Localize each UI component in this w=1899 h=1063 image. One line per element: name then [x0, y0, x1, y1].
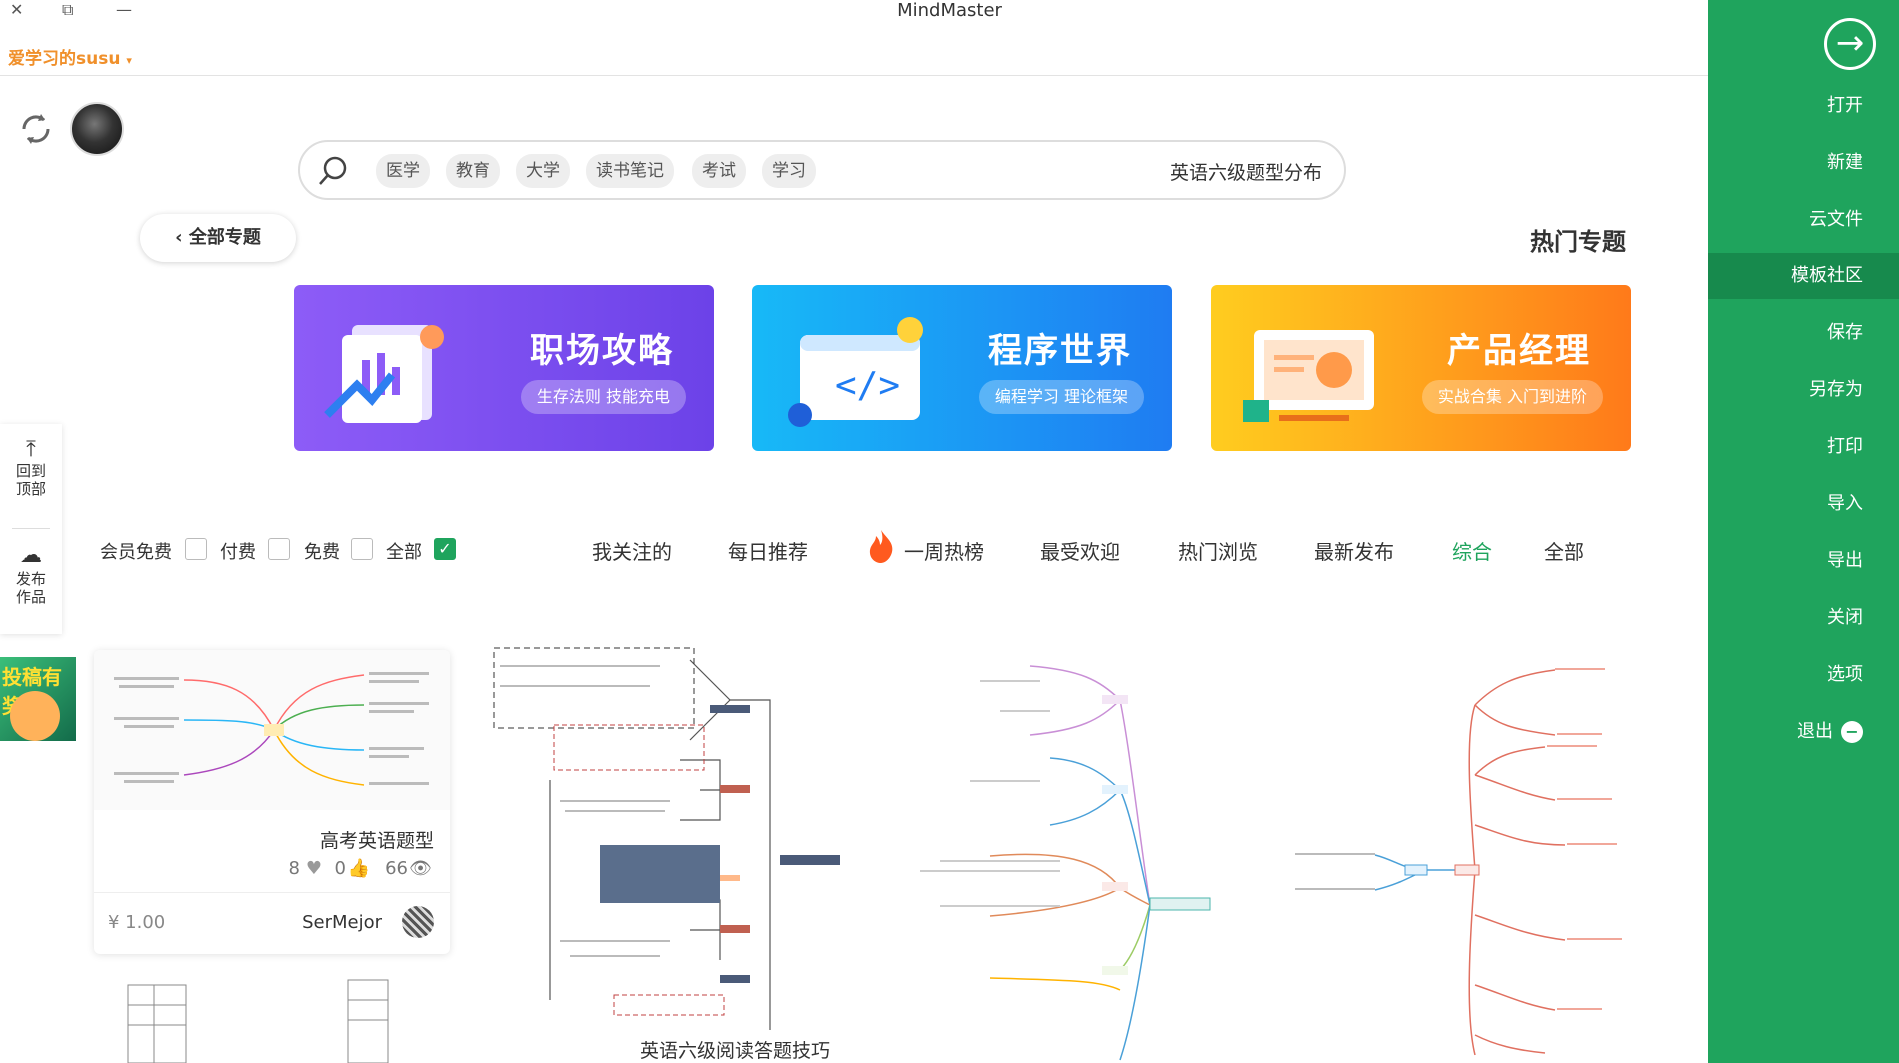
filter-paid-checkbox[interactable] [268, 538, 290, 560]
caret-down-icon: ▾ [126, 54, 132, 67]
mindmap-thumbnail[interactable] [1275, 655, 1635, 1063]
minimize-icon[interactable]: — [116, 0, 132, 19]
banner-title: 职场攻略 [530, 331, 674, 371]
sidebar-item-save-as[interactable]: 另存为 [1708, 367, 1899, 413]
sync-icon[interactable] [15, 108, 57, 150]
search-chip[interactable]: 学习 [762, 154, 816, 188]
search-icon[interactable] [316, 154, 350, 188]
search-chip[interactable]: 读书笔记 [586, 154, 674, 188]
arrow-right-icon[interactable]: → [1824, 18, 1876, 70]
divider [94, 892, 450, 893]
filter-paid-label[interactable]: 付费 [220, 538, 256, 564]
tab-all[interactable]: 全部 [1544, 536, 1584, 565]
mascot-image [10, 691, 60, 741]
tab-hot-views[interactable]: 热门浏览 [1178, 536, 1258, 565]
close-icon[interactable]: ✕ [10, 0, 23, 19]
mindmap-thumbnail [94, 650, 450, 810]
filter-all-label[interactable]: 全部 [386, 538, 422, 564]
sidebar-item-print[interactable]: 打印 [1708, 424, 1899, 470]
contribute-promo[interactable]: 投稿有奖 [0, 657, 76, 741]
user-name: 爱学习的susu [8, 49, 121, 69]
sidebar-item-open[interactable]: 打开 [1708, 83, 1899, 129]
svg-text:</>: </> [835, 365, 900, 406]
search-chip[interactable]: 考试 [692, 154, 746, 188]
sidebar-item-export[interactable]: 导出 [1708, 538, 1899, 584]
banner-title: 产品经理 [1447, 331, 1591, 371]
all-topics-label: 全部专题 [188, 227, 261, 248]
search-chip[interactable]: 教育 [446, 154, 500, 188]
back-to-top-button[interactable]: ⤒ 回到顶部 [0, 437, 62, 499]
arrow-up-icon: ⤒ [26, 437, 36, 462]
tab-most-popular[interactable]: 最受欢迎 [1040, 536, 1120, 565]
sidebar-item-save[interactable]: 保存 [1708, 310, 1899, 356]
mindmap-thumbnail[interactable] [880, 660, 1250, 1063]
filter-free-label[interactable]: 免费 [304, 538, 340, 564]
banner-subtitle: 生存法则 技能充电 [520, 380, 686, 414]
window-title: MindMaster [897, 0, 1002, 21]
like-count: 0 [334, 858, 346, 879]
favorite-count: 8 [288, 858, 300, 879]
sidebar-item-import[interactable]: 导入 [1708, 481, 1899, 527]
banner-subtitle: 实战合集 入门到进阶 [1421, 380, 1603, 414]
section-title: 热门专题 [1530, 228, 1626, 256]
publish-button[interactable]: ☁ 发布作品 [0, 542, 62, 606]
exit-label: 退出 [1797, 721, 1833, 742]
filter-free-checkbox[interactable] [351, 538, 373, 560]
search-chip[interactable]: 医学 [376, 154, 430, 188]
sidebar: → 打开 新建 云文件 模板社区 保存 另存为 打印 导入 导出 关闭 选项 退… [1708, 0, 1899, 1063]
mindmap-thumbnail [127, 979, 389, 1063]
avatar[interactable] [70, 102, 124, 156]
title-bar: MindMaster ✕ ⧉ — [0, 0, 1708, 22]
template-card[interactable]: 高考英语题型 👁 66 👍 0 ♥ 8 SerMejor ¥ 1.00 [94, 650, 450, 954]
code-window-icon: </> [788, 317, 923, 427]
card-title: 高考英语题型 [319, 830, 434, 852]
tab-following[interactable]: 我关注的 [592, 536, 672, 565]
sidebar-item-template-community[interactable]: 模板社区 [1708, 253, 1899, 299]
banner-career[interactable]: 职场攻略 生存法则 技能充电 [294, 285, 714, 451]
sidebar-item-new[interactable]: 新建 [1708, 140, 1899, 186]
cloud-upload-icon: ☁ [20, 543, 42, 568]
chevron-left-icon: ‹ [175, 227, 189, 248]
publish-label: 发布作品 [16, 570, 47, 606]
filter-member-free-label[interactable]: 会员免费 [100, 538, 172, 564]
card-title: 英语六级阅读答题技巧 [640, 1040, 831, 1062]
all-topics-button[interactable]: ‹ 全部专题 [140, 214, 296, 262]
author-avatar[interactable] [402, 906, 434, 938]
author-name[interactable]: SerMejor [302, 912, 382, 933]
tab-latest[interactable]: 最新发布 [1314, 536, 1394, 565]
heart-icon: ♥ [305, 858, 322, 879]
banner-subtitle: 编程学习 理论框架 [978, 380, 1144, 414]
presentation-icon [1243, 330, 1374, 422]
sidebar-item-options[interactable]: 选项 [1708, 652, 1899, 698]
divider [12, 528, 50, 529]
user-menu[interactable]: 爱学习的susu ▾ [8, 44, 132, 69]
mindmap-thumbnail[interactable] [480, 640, 840, 1030]
sidebar-item-cloud[interactable]: 云文件 [1708, 197, 1899, 243]
tab-weekly-hot[interactable]: 一周热榜 [904, 536, 984, 565]
filter-all-checkbox[interactable]: ✓ [434, 538, 456, 560]
search-bar[interactable]: 医学 教育 大学 读书笔记 考试 学习 英语六级题型分布 [298, 140, 1346, 200]
banner-title: 程序世界 [988, 331, 1132, 371]
search-input[interactable]: 英语六级题型分布 [1170, 158, 1322, 185]
sidebar-item-exit[interactable]: 退出 − [1708, 709, 1899, 755]
sidebar-item-close[interactable]: 关闭 [1708, 595, 1899, 641]
tab-comprehensive[interactable]: 综合 [1452, 536, 1492, 565]
floating-panel: ⤒ 回到顶部 ☁ 发布作品 [0, 424, 62, 634]
tab-daily-pick[interactable]: 每日推荐 [728, 536, 808, 565]
like-icon: 👍 [347, 858, 370, 879]
divider [0, 75, 1708, 76]
chart-doc-icon [324, 325, 444, 423]
restore-icon[interactable]: ⧉ [62, 0, 73, 20]
view-icon: 👁 [409, 858, 432, 879]
view-count: 66 [385, 858, 408, 879]
fire-icon [869, 530, 893, 563]
banner-programming[interactable]: </> 程序世界 编程学习 理论框架 [752, 285, 1172, 451]
back-to-top-label: 回到顶部 [16, 462, 47, 498]
minus-circle-icon: − [1841, 721, 1863, 743]
banner-product-manager[interactable]: 产品经理 实战合集 入门到进阶 [1211, 285, 1631, 451]
filter-member-free-checkbox[interactable] [185, 538, 207, 560]
search-chip[interactable]: 大学 [516, 154, 570, 188]
price: ¥ 1.00 [108, 912, 166, 933]
